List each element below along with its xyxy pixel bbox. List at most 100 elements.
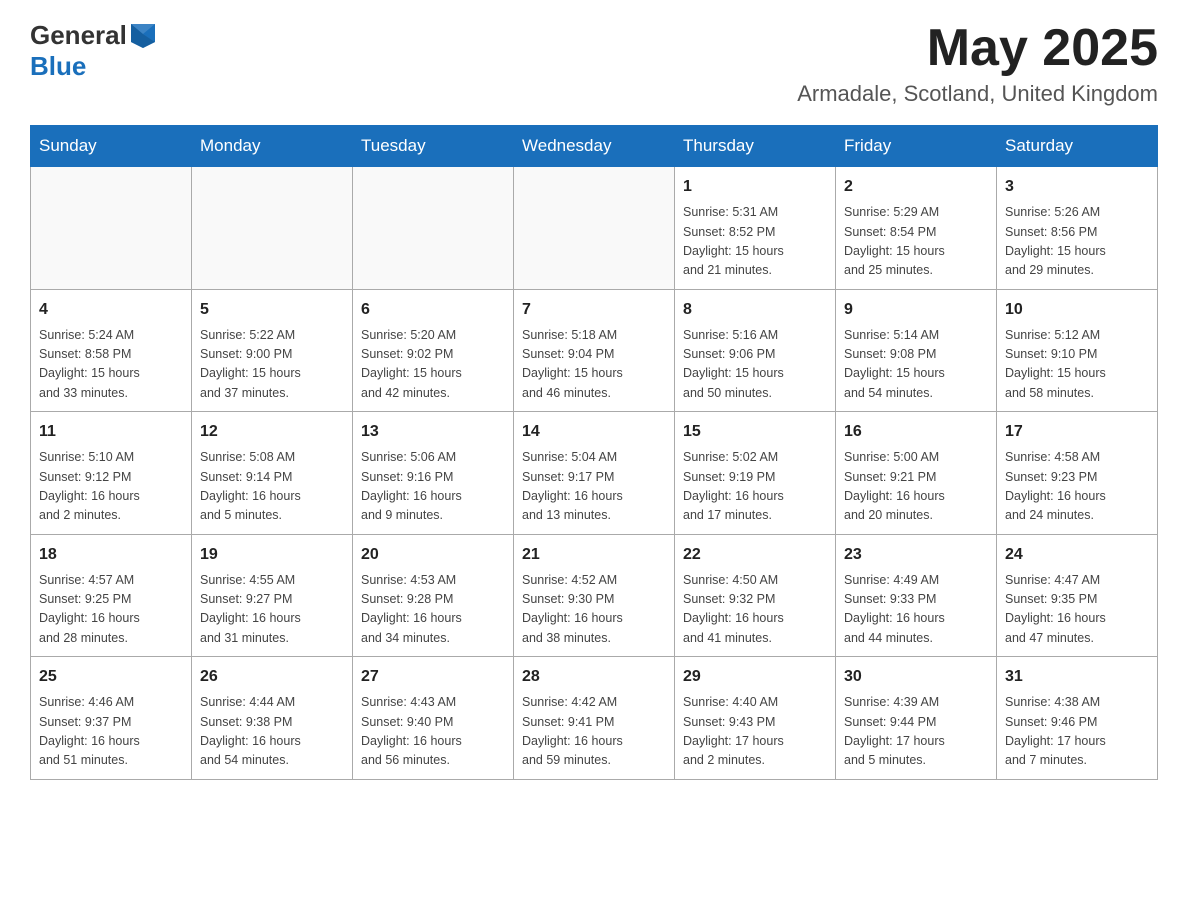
table-row: 14 Sunrise: 5:04 AM Sunset: 9:17 PM Dayli…: [514, 412, 675, 535]
calendar-table: Sunday Monday Tuesday Wednesday Thursday…: [30, 125, 1158, 780]
day-info: Sunrise: 5:06 AM Sunset: 9:16 PM Dayligh…: [361, 448, 505, 526]
logo: General Blue: [30, 20, 157, 82]
day-info: Sunrise: 4:57 AM Sunset: 9:25 PM Dayligh…: [39, 571, 183, 649]
day-number: 18: [39, 543, 183, 567]
table-row: [353, 167, 514, 290]
table-row: 13 Sunrise: 5:06 AM Sunset: 9:16 PM Dayli…: [353, 412, 514, 535]
day-info: Sunrise: 5:29 AM Sunset: 8:54 PM Dayligh…: [844, 203, 988, 281]
table-row: 26 Sunrise: 4:44 AM Sunset: 9:38 PM Dayli…: [192, 657, 353, 780]
day-number: 28: [522, 665, 666, 689]
day-info: Sunrise: 5:00 AM Sunset: 9:21 PM Dayligh…: [844, 448, 988, 526]
day-info: Sunrise: 5:14 AM Sunset: 9:08 PM Dayligh…: [844, 326, 988, 404]
day-number: 16: [844, 420, 988, 444]
table-row: 2 Sunrise: 5:29 AM Sunset: 8:54 PM Daylig…: [836, 167, 997, 290]
day-number: 6: [361, 298, 505, 322]
day-info: Sunrise: 4:50 AM Sunset: 9:32 PM Dayligh…: [683, 571, 827, 649]
day-info: Sunrise: 4:49 AM Sunset: 9:33 PM Dayligh…: [844, 571, 988, 649]
day-info: Sunrise: 5:10 AM Sunset: 9:12 PM Dayligh…: [39, 448, 183, 526]
title-block: May 2025 Armadale, Scotland, United King…: [797, 20, 1158, 107]
day-info: Sunrise: 5:08 AM Sunset: 9:14 PM Dayligh…: [200, 448, 344, 526]
day-number: 5: [200, 298, 344, 322]
table-row: 23 Sunrise: 4:49 AM Sunset: 9:33 PM Dayli…: [836, 534, 997, 657]
day-number: 24: [1005, 543, 1149, 567]
day-number: 14: [522, 420, 666, 444]
day-number: 12: [200, 420, 344, 444]
day-number: 8: [683, 298, 827, 322]
table-row: [514, 167, 675, 290]
day-number: 9: [844, 298, 988, 322]
day-number: 20: [361, 543, 505, 567]
table-row: 17 Sunrise: 4:58 AM Sunset: 9:23 PM Dayli…: [997, 412, 1158, 535]
table-row: 27Sunrise: 4:43 AM Sunset: 9:40 PM Dayli…: [353, 657, 514, 780]
day-number: 19: [200, 543, 344, 567]
table-row: 3Sunrise: 5:26 AM Sunset: 8:56 PM Daylig…: [997, 167, 1158, 290]
day-number: 4: [39, 298, 183, 322]
calendar-week-row: 18 Sunrise: 4:57 AM Sunset: 9:25 PM Dayli…: [31, 534, 1158, 657]
day-info: Sunrise: 4:38 AM Sunset: 9:46 PM Dayligh…: [1005, 693, 1149, 771]
day-info: Sunrise: 5:12 AM Sunset: 9:10 PM Dayligh…: [1005, 326, 1149, 404]
day-number: 31: [1005, 665, 1149, 689]
day-info: Sunrise: 4:42 AM Sunset: 9:41 PM Dayligh…: [522, 693, 666, 771]
day-info: Sunrise: 5:20 AM Sunset: 9:02 PM Dayligh…: [361, 326, 505, 404]
day-info: Sunrise: 4:58 AM Sunset: 9:23 PM Dayligh…: [1005, 448, 1149, 526]
day-info: Sunrise: 5:18 AM Sunset: 9:04 PM Dayligh…: [522, 326, 666, 404]
table-row: 19 Sunrise: 4:55 AM Sunset: 9:27 PM Dayli…: [192, 534, 353, 657]
day-info: Sunrise: 5:31 AM Sunset: 8:52 PM Dayligh…: [683, 203, 827, 281]
day-info: Sunrise: 5:22 AM Sunset: 9:00 PM Dayligh…: [200, 326, 344, 404]
table-row: 24 Sunrise: 4:47 AM Sunset: 9:35 PM Dayli…: [997, 534, 1158, 657]
table-row: 29 Sunrise: 4:40 AM Sunset: 9:43 PM Dayli…: [675, 657, 836, 780]
day-number: 10: [1005, 298, 1149, 322]
table-row: 10 Sunrise: 5:12 AM Sunset: 9:10 PM Dayli…: [997, 289, 1158, 412]
day-info: Sunrise: 5:24 AM Sunset: 8:58 PM Dayligh…: [39, 326, 183, 404]
table-row: 1Sunrise: 5:31 AM Sunset: 8:52 PM Daylig…: [675, 167, 836, 290]
day-info: Sunrise: 4:52 AM Sunset: 9:30 PM Dayligh…: [522, 571, 666, 649]
table-row: 4 Sunrise: 5:24 AM Sunset: 8:58 PM Daylig…: [31, 289, 192, 412]
day-info: Sunrise: 4:47 AM Sunset: 9:35 PM Dayligh…: [1005, 571, 1149, 649]
day-info: Sunrise: 4:40 AM Sunset: 9:43 PM Dayligh…: [683, 693, 827, 771]
day-number: 2: [844, 175, 988, 199]
page-header: General Blue May 2025 Armadale, Scotland…: [30, 20, 1158, 107]
table-row: 20Sunrise: 4:53 AM Sunset: 9:28 PM Dayli…: [353, 534, 514, 657]
day-number: 26: [200, 665, 344, 689]
logo-general-text: General: [30, 20, 127, 51]
col-sunday: Sunday: [31, 126, 192, 167]
col-wednesday: Wednesday: [514, 126, 675, 167]
col-monday: Monday: [192, 126, 353, 167]
table-row: [31, 167, 192, 290]
table-row: 9 Sunrise: 5:14 AM Sunset: 9:08 PM Daylig…: [836, 289, 997, 412]
day-number: 17: [1005, 420, 1149, 444]
table-row: 16 Sunrise: 5:00 AM Sunset: 9:21 PM Dayli…: [836, 412, 997, 535]
table-row: 21 Sunrise: 4:52 AM Sunset: 9:30 PM Dayli…: [514, 534, 675, 657]
col-tuesday: Tuesday: [353, 126, 514, 167]
day-info: Sunrise: 4:55 AM Sunset: 9:27 PM Dayligh…: [200, 571, 344, 649]
day-number: 22: [683, 543, 827, 567]
col-friday: Friday: [836, 126, 997, 167]
day-number: 7: [522, 298, 666, 322]
table-row: 12 Sunrise: 5:08 AM Sunset: 9:14 PM Dayli…: [192, 412, 353, 535]
day-number: 13: [361, 420, 505, 444]
table-row: 11 Sunrise: 5:10 AM Sunset: 9:12 PM Dayli…: [31, 412, 192, 535]
day-info: Sunrise: 5:04 AM Sunset: 9:17 PM Dayligh…: [522, 448, 666, 526]
day-info: Sunrise: 4:39 AM Sunset: 9:44 PM Dayligh…: [844, 693, 988, 771]
table-row: 25Sunrise: 4:46 AM Sunset: 9:37 PM Dayli…: [31, 657, 192, 780]
day-number: 3: [1005, 175, 1149, 199]
day-number: 29: [683, 665, 827, 689]
table-row: 28 Sunrise: 4:42 AM Sunset: 9:41 PM Dayli…: [514, 657, 675, 780]
table-row: 7 Sunrise: 5:18 AM Sunset: 9:04 PM Daylig…: [514, 289, 675, 412]
day-number: 11: [39, 420, 183, 444]
day-info: Sunrise: 4:46 AM Sunset: 9:37 PM Dayligh…: [39, 693, 183, 771]
day-info: Sunrise: 4:44 AM Sunset: 9:38 PM Dayligh…: [200, 693, 344, 771]
table-row: 30Sunrise: 4:39 AM Sunset: 9:44 PM Dayli…: [836, 657, 997, 780]
day-info: Sunrise: 4:43 AM Sunset: 9:40 PM Dayligh…: [361, 693, 505, 771]
day-number: 21: [522, 543, 666, 567]
calendar-header-row: Sunday Monday Tuesday Wednesday Thursday…: [31, 126, 1158, 167]
table-row: 18 Sunrise: 4:57 AM Sunset: 9:25 PM Dayli…: [31, 534, 192, 657]
calendar-week-row: 11 Sunrise: 5:10 AM Sunset: 9:12 PM Dayli…: [31, 412, 1158, 535]
table-row: [192, 167, 353, 290]
calendar-week-row: 1Sunrise: 5:31 AM Sunset: 8:52 PM Daylig…: [31, 167, 1158, 290]
col-thursday: Thursday: [675, 126, 836, 167]
table-row: 22 Sunrise: 4:50 AM Sunset: 9:32 PM Dayli…: [675, 534, 836, 657]
day-info: Sunrise: 5:16 AM Sunset: 9:06 PM Dayligh…: [683, 326, 827, 404]
logo-blue-text: Blue: [30, 51, 86, 81]
day-number: 23: [844, 543, 988, 567]
